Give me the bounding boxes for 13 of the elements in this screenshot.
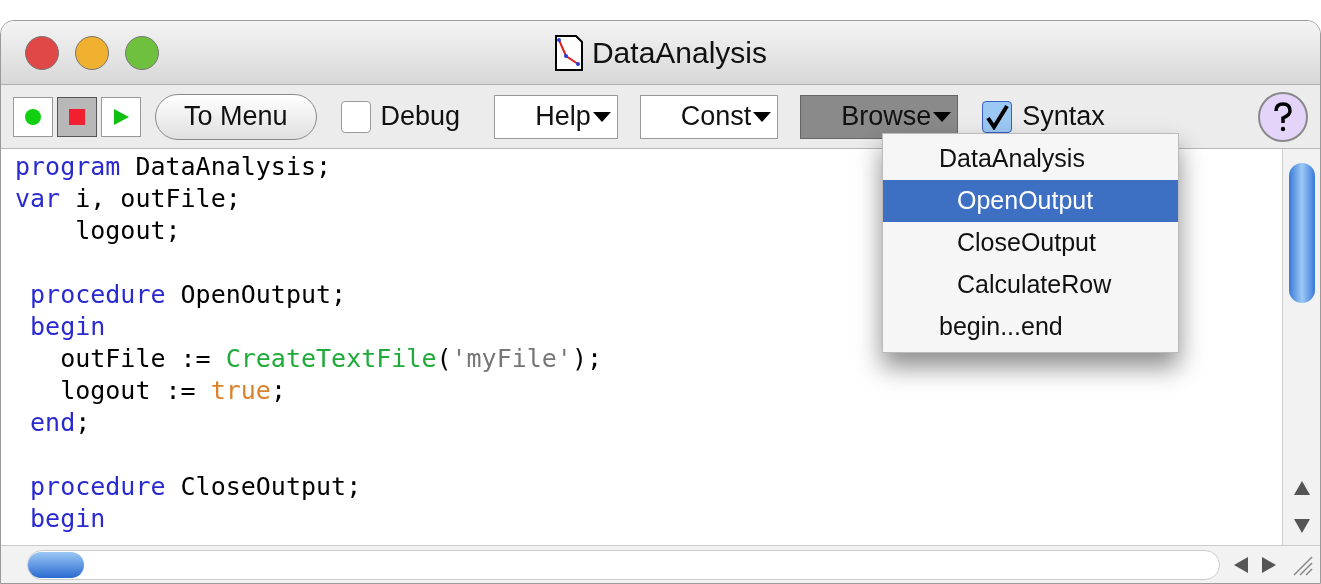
code-line: procedure CloseOutput;: [29, 471, 362, 503]
code-line: begin: [29, 503, 106, 535]
code-line: begin: [29, 311, 106, 343]
code-line: program DataAnalysis;: [15, 151, 332, 183]
syntax-label: Syntax: [1022, 100, 1105, 134]
code-line: outFile := CreateTextFile('myFile');: [59, 343, 603, 375]
code-line: logout := true;: [59, 375, 286, 407]
code-line: logout;: [74, 215, 181, 247]
code-line: end;: [29, 407, 91, 439]
debug-label: Debug: [380, 100, 461, 134]
window-title: DataAnalysis: [591, 35, 768, 71]
code-line: procedure OpenOutput;: [29, 279, 347, 311]
code-line: var i, outFile;: [15, 183, 241, 215]
